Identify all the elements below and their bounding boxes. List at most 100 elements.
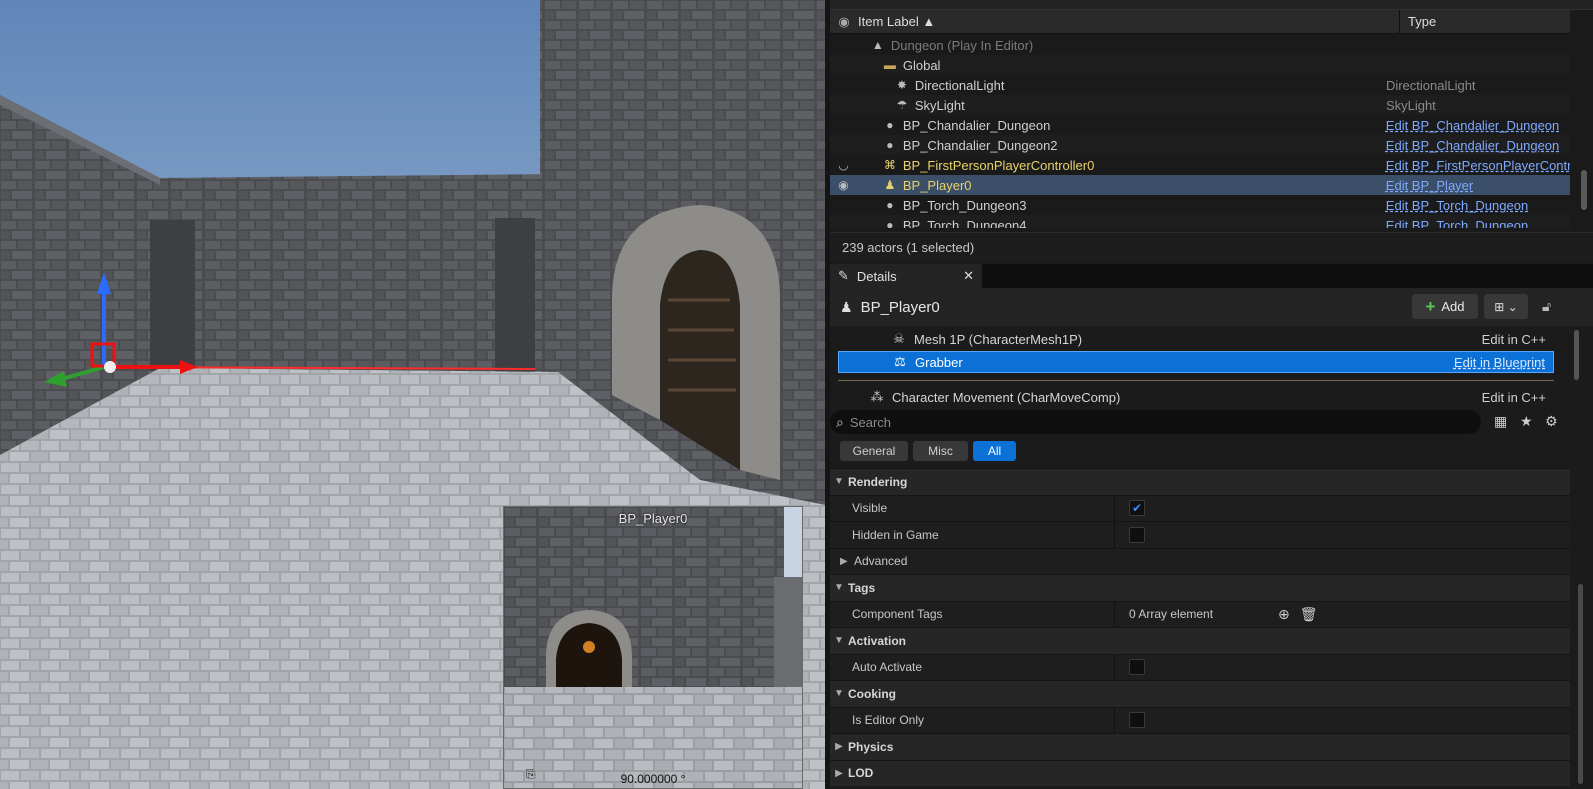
- actor-icon: ●: [886, 118, 894, 132]
- outliner-row-selected[interactable]: ◉ ♟ BP_Player0 Edit BP_Player: [830, 175, 1570, 195]
- outliner-row[interactable]: ● BP_Torch_Dungeon3 Edit BP_Torch_Dungeon: [830, 195, 1570, 215]
- edit-blueprint-link[interactable]: Edit BP_Chandalier_Dungeon: [1378, 118, 1570, 133]
- row-label: DirectionalLight: [914, 77, 1005, 93]
- category-rendering[interactable]: ▼ Rendering: [830, 468, 1570, 495]
- outliner-row[interactable]: ● BP_Chandalier_Dungeon2 Edit BP_Chandali…: [830, 135, 1570, 155]
- row-label: Global: [902, 57, 941, 73]
- folder-icon: ▬: [883, 58, 896, 72]
- edit-link[interactable]: Edit in C++: [1482, 390, 1546, 405]
- category-label: Physics: [848, 739, 894, 754]
- search-input[interactable]: [849, 414, 1450, 430]
- column-type[interactable]: Type: [1400, 14, 1436, 29]
- collapse-arrow-icon: ▼: [834, 688, 844, 700]
- details-search-row: ⌕ ▦ ★ ⚙: [830, 410, 1593, 436]
- visibility-toggle[interactable]: ◡: [830, 158, 857, 172]
- gamepad-icon: ⌘: [883, 158, 896, 172]
- row-label: BP_Chandalier_Dungeon: [902, 117, 1051, 133]
- gear-icon[interactable]: ⚙: [1545, 413, 1558, 430]
- row-type: DirectionalLight: [1385, 77, 1476, 93]
- row-label: BP_Chandalier_Dungeon2: [902, 137, 1058, 153]
- property-advanced[interactable]: ▶ Advanced: [830, 547, 1570, 574]
- visibility-column-icon[interactable]: ◉: [830, 14, 858, 30]
- details-scrollbar[interactable]: [1578, 584, 1583, 784]
- outliner-scrollbar[interactable]: [1581, 170, 1587, 210]
- component-row-selected[interactable]: ⚖ Grabber Edit in Blueprint: [838, 351, 1554, 373]
- edit-blueprint-link[interactable]: Edit BP_Chandalier_Dungeon: [1378, 138, 1570, 153]
- category-label: Tags: [848, 580, 876, 595]
- property-auto-activate: Auto Activate: [830, 653, 1570, 680]
- outliner-row[interactable]: ☂ SkyLight SkyLight: [830, 95, 1570, 115]
- trash-icon[interactable]: 🗑︎: [1300, 606, 1318, 623]
- outliner-row[interactable]: ✸ DirectionalLight DirectionalLight: [830, 75, 1570, 95]
- component-scrollbar[interactable]: [1574, 330, 1579, 380]
- visible-checkbox[interactable]: ✔: [1129, 500, 1145, 517]
- edit-blueprint-link[interactable]: Edit BP_Torch_Dungeon: [1378, 198, 1570, 213]
- search-icon: ⌕: [836, 413, 844, 430]
- outliner-row-folder[interactable]: ▬ Global: [830, 55, 1570, 75]
- expand-arrow-icon: ▶: [835, 741, 843, 753]
- property-component-tags: Component Tags 0 Array element ⊕ 🗑︎: [830, 600, 1570, 627]
- component-label: Mesh 1P (CharacterMesh1P): [914, 331, 1083, 347]
- star-icon[interactable]: ★: [1520, 413, 1533, 430]
- category-activation[interactable]: ▼ Activation: [830, 627, 1570, 654]
- edit-blueprint-link[interactable]: Edit BP_Player: [1378, 178, 1570, 193]
- tab-label: Details: [856, 268, 897, 284]
- property-label: Visible: [830, 495, 1115, 521]
- edit-blueprint-link[interactable]: Edit BP_FirstPersonPlayerControll: [1378, 158, 1570, 173]
- component-label: Grabber: [915, 354, 963, 370]
- outliner-row[interactable]: ● BP_Torch_Dungeon4 Edit BP_Torch_Dungeon: [830, 215, 1570, 228]
- array-count: 0 Array element: [1129, 607, 1214, 622]
- search-field[interactable]: ⌕: [830, 410, 1481, 434]
- visibility-toggle[interactable]: ◉: [830, 178, 857, 192]
- edit-link[interactable]: Edit in Blueprint: [1454, 355, 1545, 370]
- tab-details[interactable]: ✎ Details ✕: [830, 264, 982, 288]
- component-icon: ⚖: [894, 354, 906, 369]
- property-list: ▼ Rendering Visible ✔ Hidden in Game ▶ Adv…: [830, 468, 1570, 789]
- column-item-label[interactable]: Item Label ▲: [858, 9, 1400, 34]
- row-label: SkyLight: [914, 97, 965, 113]
- outliner-row[interactable]: ◡ ⌘ BP_FirstPersonPlayerController0 Edit …: [830, 155, 1570, 175]
- category-tags[interactable]: ▼ Tags: [830, 574, 1570, 601]
- actor-icon: ●: [886, 198, 894, 212]
- is-editor-only-checkbox[interactable]: [1129, 712, 1145, 729]
- filter-misc[interactable]: Misc: [913, 441, 968, 461]
- category-cooking[interactable]: ▼ Cooking: [830, 680, 1570, 707]
- property-label: Advanced: [854, 554, 908, 569]
- property-hidden-in-game: Hidden in Game: [830, 521, 1570, 548]
- close-icon[interactable]: ✕: [963, 268, 974, 284]
- auto-activate-checkbox[interactable]: [1129, 659, 1145, 676]
- add-component-button[interactable]: + Add: [1412, 294, 1478, 319]
- add-element-icon[interactable]: ⊕: [1278, 606, 1290, 623]
- property-label: Hidden in Game: [830, 522, 1115, 548]
- outliner-row-level[interactable]: ▲ Dungeon (Play In Editor): [830, 35, 1570, 55]
- property-visible: Visible ✔: [830, 494, 1570, 521]
- table-view-icon[interactable]: ▦: [1494, 413, 1507, 430]
- actor-icon: ●: [886, 218, 894, 228]
- component-row[interactable]: ⁂ Character Movement (CharMoveComp) Edit…: [838, 386, 1554, 406]
- row-label: BP_FirstPersonPlayerController0: [902, 157, 1095, 173]
- row-label: BP_Torch_Dungeon3: [902, 197, 1027, 213]
- filter-all[interactable]: All: [973, 441, 1016, 461]
- movement-icon: ⁂: [870, 389, 884, 404]
- camera-fov: 90.000000 °: [620, 772, 686, 786]
- pawn-icon: ♟: [840, 298, 853, 315]
- collapse-arrow-icon: ▼: [834, 582, 844, 594]
- lock-icon[interactable]: 🔓︎: [1542, 298, 1551, 315]
- details-panel: ✎ Details ✕ ♟ BP_Player0 + Add ⊞ ⌄ 🔓︎ ☠ M…: [830, 264, 1593, 789]
- level-viewport[interactable]: BP_Player0 ⎘ 90.000000 °: [0, 0, 825, 789]
- outliner-list: ▲ Dungeon (Play In Editor) ▬ Global ✸ Direc…: [830, 35, 1570, 228]
- details-actor-header: ♟ BP_Player0 + Add ⊞ ⌄ 🔓︎: [830, 288, 1593, 326]
- edit-blueprint-link[interactable]: Edit BP_Torch_Dungeon: [1378, 218, 1570, 229]
- blueprint-options-button[interactable]: ⊞ ⌄: [1484, 294, 1528, 319]
- filter-general[interactable]: General: [840, 441, 908, 461]
- category-lod[interactable]: ▶ LOD: [830, 759, 1570, 786]
- camera-preview-scene: [504, 507, 802, 788]
- pawn-icon: ♟: [884, 178, 896, 192]
- actor-name: BP_Player0: [860, 298, 940, 316]
- outliner-row[interactable]: ● BP_Chandalier_Dungeon Edit BP_Chandalie…: [830, 115, 1570, 135]
- plus-icon: +: [1425, 296, 1436, 316]
- hidden-in-game-checkbox[interactable]: [1129, 526, 1145, 543]
- edit-link[interactable]: Edit in C++: [1482, 332, 1546, 347]
- component-row[interactable]: ☠ Mesh 1P (CharacterMesh1P) Edit in C++: [838, 328, 1554, 350]
- category-physics[interactable]: ▶ Physics: [830, 733, 1570, 760]
